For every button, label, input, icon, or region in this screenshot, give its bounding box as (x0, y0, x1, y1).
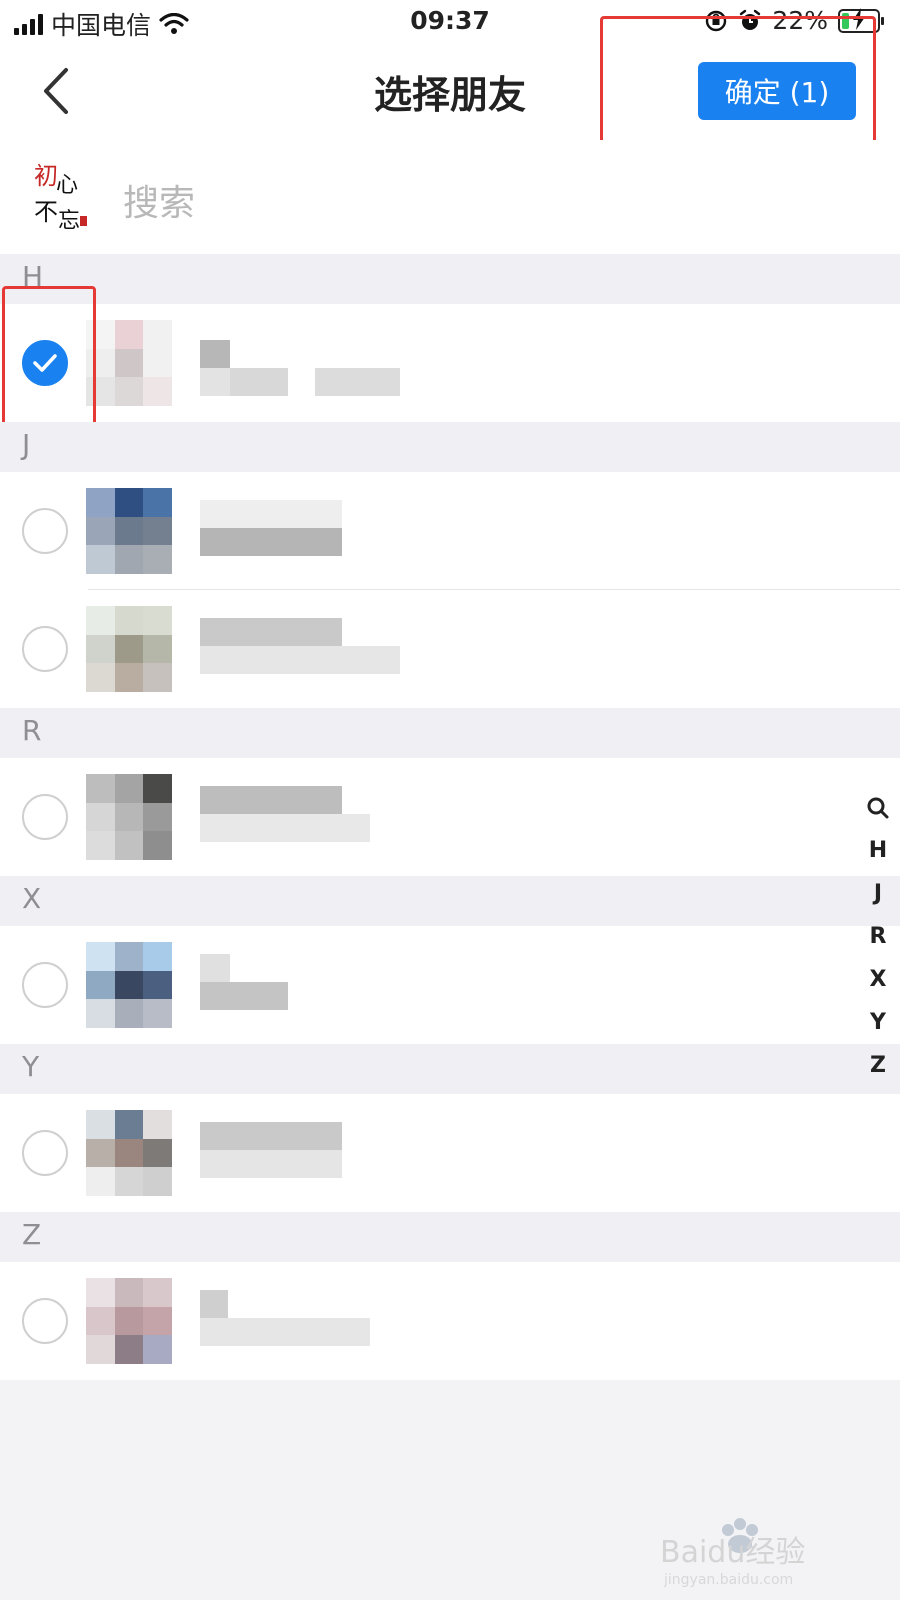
checkbox-unchecked[interactable] (22, 508, 68, 554)
svg-text:初: 初 (34, 162, 58, 190)
baidu-watermark: Baidu经验 jingyan.baidu.com (660, 1518, 805, 1588)
search-icon (867, 797, 889, 819)
index-letter-y[interactable]: Y (856, 1001, 900, 1044)
avatar (86, 320, 172, 406)
watermark-brand: Baidu经验 (660, 1535, 805, 1570)
index-letter-h[interactable]: H (856, 829, 900, 872)
search-bar[interactable]: 初 心 不 忘 搜索 (0, 140, 900, 255)
alphabet-index: H J R X Y Z (856, 786, 900, 1087)
section-letter: J (22, 428, 31, 461)
section-letter: Y (22, 1050, 40, 1083)
contact-row[interactable] (0, 1094, 900, 1212)
svg-text:心: 心 (56, 173, 78, 198)
index-letter-r[interactable]: R (856, 915, 900, 958)
back-arrow-icon[interactable] (38, 66, 82, 116)
section-letter: H (22, 260, 44, 293)
checkbox-unchecked[interactable] (22, 962, 68, 1008)
index-search-icon[interactable] (856, 786, 900, 829)
index-letter-x[interactable]: X (856, 958, 900, 1001)
contact-row[interactable] (0, 1262, 900, 1380)
battery-percent: 22% (772, 6, 828, 35)
section-header-r: R (0, 708, 900, 758)
section-letter: Z (22, 1218, 42, 1251)
battery-icon (838, 7, 884, 33)
checkmark-icon (33, 354, 57, 372)
avatar (86, 1278, 172, 1364)
svg-text:不: 不 (34, 198, 58, 226)
checkbox-unchecked[interactable] (22, 626, 68, 672)
alarm-icon (740, 9, 761, 30)
index-letter-j[interactable]: J (856, 872, 900, 915)
checkbox-unchecked[interactable] (22, 794, 68, 840)
calligraphy-avatar: 初 心 不 忘 (34, 162, 87, 234)
section-header-j: J (0, 422, 900, 472)
watermark-url: jingyan.baidu.com (663, 1572, 793, 1588)
contact-row[interactable] (0, 472, 900, 590)
avatar (86, 942, 172, 1028)
svg-text:忘: 忘 (58, 209, 80, 234)
avatar (86, 774, 172, 860)
charging-icon (853, 7, 865, 30)
nav-bar: 选择朋友 确定 (1) (0, 44, 900, 140)
avatar (86, 488, 172, 574)
section-letter: X (22, 882, 42, 915)
section-header-z: Z (0, 1212, 900, 1262)
contact-row[interactable] (0, 758, 900, 876)
checkbox-unchecked[interactable] (22, 1298, 68, 1344)
confirm-button[interactable]: 确定 (1) (698, 62, 856, 120)
section-header-h: H (0, 254, 900, 304)
section-header-y: Y (0, 1044, 900, 1094)
checkbox-checked[interactable] (22, 340, 68, 386)
checkbox-unchecked[interactable] (22, 1130, 68, 1176)
avatar (86, 606, 172, 692)
contact-row[interactable] (0, 304, 900, 422)
contact-row[interactable] (0, 590, 900, 708)
status-bar: 中国电信 09:37 22% (0, 0, 900, 44)
search-input[interactable]: 搜索 (123, 174, 195, 226)
section-header-x: X (0, 876, 900, 926)
status-right: 22% (704, 6, 884, 35)
index-letter-z[interactable]: Z (856, 1044, 900, 1087)
section-letter: R (22, 714, 42, 747)
orientation-lock-icon (706, 10, 727, 31)
avatar (86, 1110, 172, 1196)
contact-row[interactable] (0, 926, 900, 1044)
